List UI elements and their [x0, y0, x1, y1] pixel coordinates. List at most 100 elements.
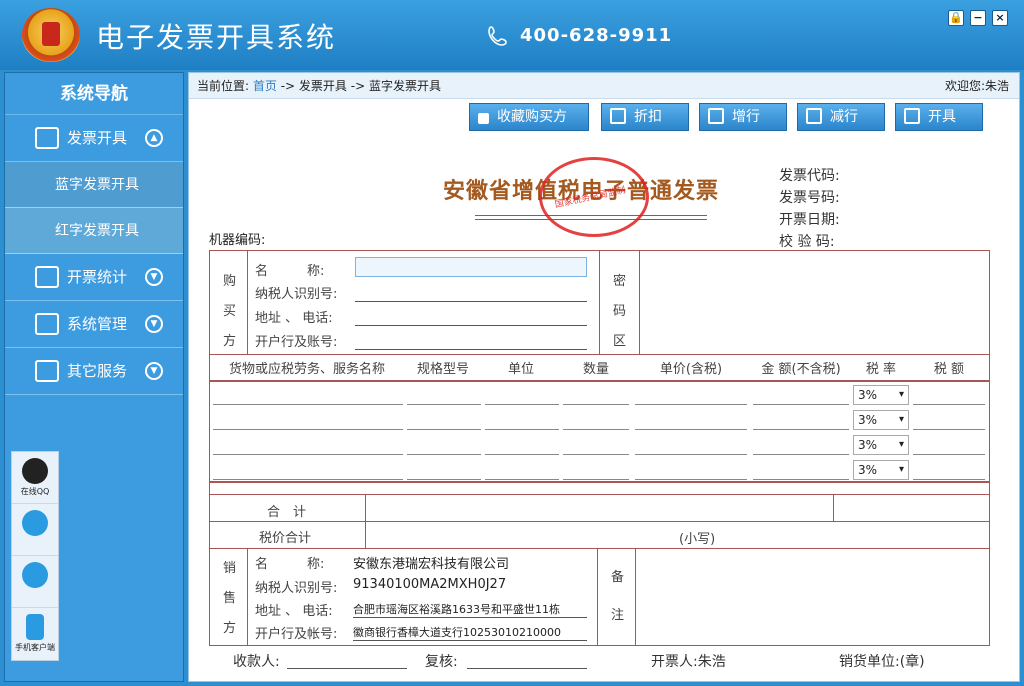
item-input[interactable] — [563, 429, 629, 430]
item-input[interactable] — [563, 404, 629, 405]
nav-red-invoice[interactable]: 红字发票开具 — [5, 208, 183, 254]
col-tax-amount: 税 额 — [933, 362, 965, 377]
button-label: 收藏购买方 — [497, 109, 567, 125]
buyer-address-input[interactable] — [355, 325, 587, 326]
checkbox-icon — [478, 113, 489, 124]
add-row-button[interactable]: 增行 — [699, 103, 787, 131]
buyer-name-input[interactable] — [355, 257, 587, 277]
expand-icon: ▼ — [145, 268, 163, 286]
machine-code-label: 机器编码: — [209, 233, 266, 248]
button-label: 开具 — [928, 109, 956, 125]
nav-statistics[interactable]: 开票统计 ▼ — [5, 254, 183, 301]
printer-icon — [35, 127, 59, 149]
item-input[interactable] — [753, 429, 849, 430]
tax-rate-select[interactable]: 3% — [853, 460, 909, 480]
nav-other-services[interactable]: 其它服务 ▼ — [5, 348, 183, 395]
nav-label: 系统管理 — [67, 315, 128, 333]
seller-tax-label: 纳税人识别号: — [255, 581, 338, 596]
telephone-button[interactable] — [12, 556, 58, 608]
item-input[interactable] — [563, 454, 629, 455]
item-input[interactable] — [913, 479, 985, 480]
tool-label: 在线QQ — [20, 487, 50, 496]
char: 备 — [611, 570, 625, 585]
tool-label: 手机客户端 — [15, 643, 55, 652]
item-input[interactable] — [635, 404, 747, 405]
item-input[interactable] — [485, 479, 559, 480]
breadcrumb-home-link[interactable]: 首页 — [253, 79, 277, 93]
tax-rate-select[interactable]: 3% — [853, 385, 909, 405]
item-input[interactable] — [635, 454, 747, 455]
discount-button[interactable]: 折扣 — [601, 103, 689, 131]
char: 方 — [223, 334, 237, 349]
buyer-tax-id-input[interactable] — [355, 301, 587, 302]
item-input[interactable] — [407, 479, 481, 480]
item-input[interactable] — [753, 454, 849, 455]
item-input[interactable] — [407, 429, 481, 430]
buyer-bank-input[interactable] — [355, 349, 587, 350]
char: 买 — [223, 304, 237, 319]
mobile-client-button[interactable]: 手机客户端 — [12, 608, 58, 660]
char: 购 — [223, 274, 237, 289]
reviewer-label: 复核: — [425, 654, 458, 670]
tag-icon — [610, 108, 626, 124]
col-amount: 金 额(不含税) — [761, 362, 841, 377]
nav-blue-invoice[interactable]: 蓝字发票开具 — [5, 162, 183, 208]
seller-name-value: 安徽东港瑞宏科技有限公司 — [353, 557, 510, 572]
seller-tax-value: 91340100MA2MXH0J27 — [353, 577, 507, 592]
plus-icon — [708, 108, 724, 124]
qq-online-button[interactable]: 在线QQ — [12, 452, 58, 504]
breadcrumb-step[interactable]: -> 发票开具 — [281, 79, 347, 93]
nav-system[interactable]: 系统管理 ▼ — [5, 301, 183, 348]
item-input[interactable] — [753, 404, 849, 405]
sidebar-title: 系统导航 — [5, 73, 183, 115]
printer-icon — [904, 108, 920, 124]
app-title: 电子发票开具系统 — [96, 21, 337, 54]
item-input[interactable] — [635, 429, 747, 430]
buyer-bank-label: 开户行及账号: — [255, 335, 338, 350]
service-phone: 400-628-9911 — [520, 25, 673, 46]
payee-input[interactable] — [287, 668, 407, 669]
minimize-button[interactable]: − — [970, 10, 986, 26]
lock-button[interactable]: 🔒 — [948, 10, 964, 26]
item-input[interactable] — [753, 479, 849, 480]
favorite-buyer-button[interactable]: 收藏购买方 — [469, 103, 589, 131]
issue-invoice-button[interactable]: 开具 — [895, 103, 983, 131]
item-input[interactable] — [913, 429, 985, 430]
lowercase-amount-label: (小写) — [679, 532, 716, 547]
item-input[interactable] — [635, 479, 747, 480]
drawer-label: 开票人:朱浩 — [651, 654, 726, 670]
chart-monitor-icon — [35, 313, 59, 335]
invoice-date-label: 开票日期: — [779, 212, 840, 228]
button-label: 增行 — [732, 109, 760, 125]
grid-icon — [35, 360, 59, 382]
item-input[interactable] — [407, 404, 481, 405]
wechat-button[interactable] — [12, 504, 58, 556]
item-input[interactable] — [913, 454, 985, 455]
cipher-area-label: 密码区 — [613, 267, 626, 357]
collapse-icon: ▲ — [145, 129, 163, 147]
item-input[interactable] — [485, 429, 559, 430]
delete-row-button[interactable]: 减行 — [797, 103, 885, 131]
close-button[interactable]: × — [992, 10, 1008, 26]
official-stamp: 国家税务总局监制 — [539, 157, 649, 237]
item-input[interactable] — [213, 404, 403, 405]
col-tax-rate: 税 率 — [865, 362, 897, 377]
item-input[interactable] — [407, 454, 481, 455]
item-input[interactable] — [485, 454, 559, 455]
item-input[interactable] — [213, 479, 403, 480]
stamp-text: 国家税务总局监制 — [554, 185, 627, 211]
item-input[interactable] — [213, 429, 403, 430]
seller-unit-label: 销货单位:(章) — [839, 654, 925, 670]
char: 方 — [223, 621, 237, 636]
reviewer-input[interactable] — [467, 668, 587, 669]
char: 密 — [613, 274, 627, 289]
item-input[interactable] — [485, 404, 559, 405]
button-label: 减行 — [830, 109, 858, 125]
tax-rate-select[interactable]: 3% — [853, 410, 909, 430]
item-input[interactable] — [563, 479, 629, 480]
item-input[interactable] — [913, 404, 985, 405]
nav-invoice-issue[interactable]: 发票开具 ▲ — [5, 115, 183, 162]
tax-rate-select[interactable]: 3% — [853, 435, 909, 455]
item-input[interactable] — [213, 454, 403, 455]
char: 销 — [223, 561, 237, 576]
